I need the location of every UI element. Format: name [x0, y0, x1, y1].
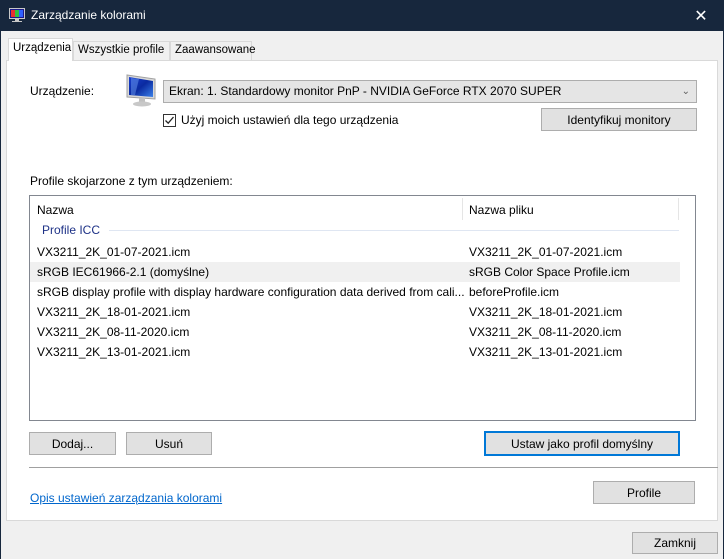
profile-name: VX3211_2K_13-01-2021.icm: [37, 345, 191, 359]
checkmark-icon: [165, 116, 174, 124]
section-divider: [29, 467, 718, 468]
close-icon: ✕: [694, 7, 708, 25]
add-profile-button[interactable]: Dodaj...: [29, 432, 116, 455]
list-item[interactable]: VX3211_2K_18-01-2021.icm VX3211_2K_18-01…: [30, 302, 680, 322]
use-my-settings-row: Użyj moich ustawień dla tego urządzenia: [163, 112, 398, 128]
tab-devices[interactable]: Urządzenia: [8, 38, 73, 61]
list-item[interactable]: VX3211_2K_01-07-2021.icm VX3211_2K_01-07…: [30, 242, 680, 262]
window-border: [0, 31, 1, 559]
list-header: Nazwa Nazwa pliku: [30, 196, 695, 223]
chevron-down-icon: ⌄: [681, 86, 690, 97]
profile-name: VX3211_2K_01-07-2021.icm: [37, 245, 191, 259]
column-header-filename[interactable]: Nazwa pliku: [469, 203, 534, 217]
profile-name: sRGB IEC61966-2.1 (domyślne): [37, 265, 210, 279]
list-item[interactable]: sRGB IEC61966-2.1 (domyślne) sRGB Color …: [30, 262, 680, 282]
close-button[interactable]: Zamknij: [632, 532, 718, 554]
color-management-help-link[interactable]: Opis ustawień zarządzania kolorami: [30, 491, 222, 505]
close-window-button[interactable]: ✕: [678, 0, 724, 31]
profile-filename: VX3211_2K_18-01-2021.icm: [469, 305, 623, 319]
window-title: Zarządzanie kolorami: [31, 8, 146, 22]
profile-name: sRGB display profile with display hardwa…: [37, 285, 465, 299]
title-bar: Zarządzanie kolorami ✕: [0, 0, 724, 31]
profile-filename: beforeProfile.icm: [469, 285, 560, 299]
identify-monitors-button[interactable]: Identyfikuj monitory: [541, 108, 697, 131]
profile-name: VX3211_2K_08-11-2020.icm: [37, 325, 190, 339]
tab-advanced[interactable]: Zaawansowane: [170, 41, 256, 60]
column-separator[interactable]: [678, 198, 679, 220]
remove-profile-button[interactable]: Usuń: [126, 432, 212, 455]
device-select[interactable]: Ekran: 1. Standardowy monitor PnP - NVID…: [163, 80, 697, 103]
profiles-list[interactable]: Nazwa Nazwa pliku Profile ICC VX3211_2K_…: [29, 195, 696, 421]
monitor-icon: [126, 74, 156, 107]
profile-filename: VX3211_2K_08-11-2020.icm: [469, 325, 622, 339]
column-separator[interactable]: [462, 198, 463, 220]
set-default-profile-button[interactable]: Ustaw jako profil domyślny: [484, 431, 680, 456]
group-divider: [109, 230, 679, 231]
profile-name: VX3211_2K_18-01-2021.icm: [37, 305, 191, 319]
profile-filename: VX3211_2K_13-01-2021.icm: [469, 345, 623, 359]
use-my-settings-checkbox[interactable]: [163, 113, 176, 127]
tab-all-profiles[interactable]: Wszystkie profile: [73, 41, 170, 60]
profile-filename: sRGB Color Space Profile.icm: [469, 265, 630, 279]
list-item[interactable]: VX3211_2K_08-11-2020.icm VX3211_2K_08-11…: [30, 322, 680, 342]
use-my-settings-label: Użyj moich ustawień dla tego urządzenia: [181, 113, 399, 127]
column-header-name[interactable]: Nazwa: [37, 203, 74, 217]
profile-button[interactable]: Profile: [593, 481, 695, 504]
device-select-value: Ekran: 1. Standardowy monitor PnP - NVID…: [169, 84, 562, 98]
list-item[interactable]: sRGB display profile with display hardwa…: [30, 282, 680, 302]
device-label: Urządzenie:: [30, 84, 95, 98]
profile-filename: VX3211_2K_01-07-2021.icm: [469, 245, 623, 259]
group-header[interactable]: Profile ICC: [42, 223, 100, 237]
profiles-label: Profile skojarzone z tym urządzeniem:: [30, 174, 233, 188]
color-management-icon: [9, 8, 25, 22]
list-item[interactable]: VX3211_2K_13-01-2021.icm VX3211_2K_13-01…: [30, 342, 680, 362]
